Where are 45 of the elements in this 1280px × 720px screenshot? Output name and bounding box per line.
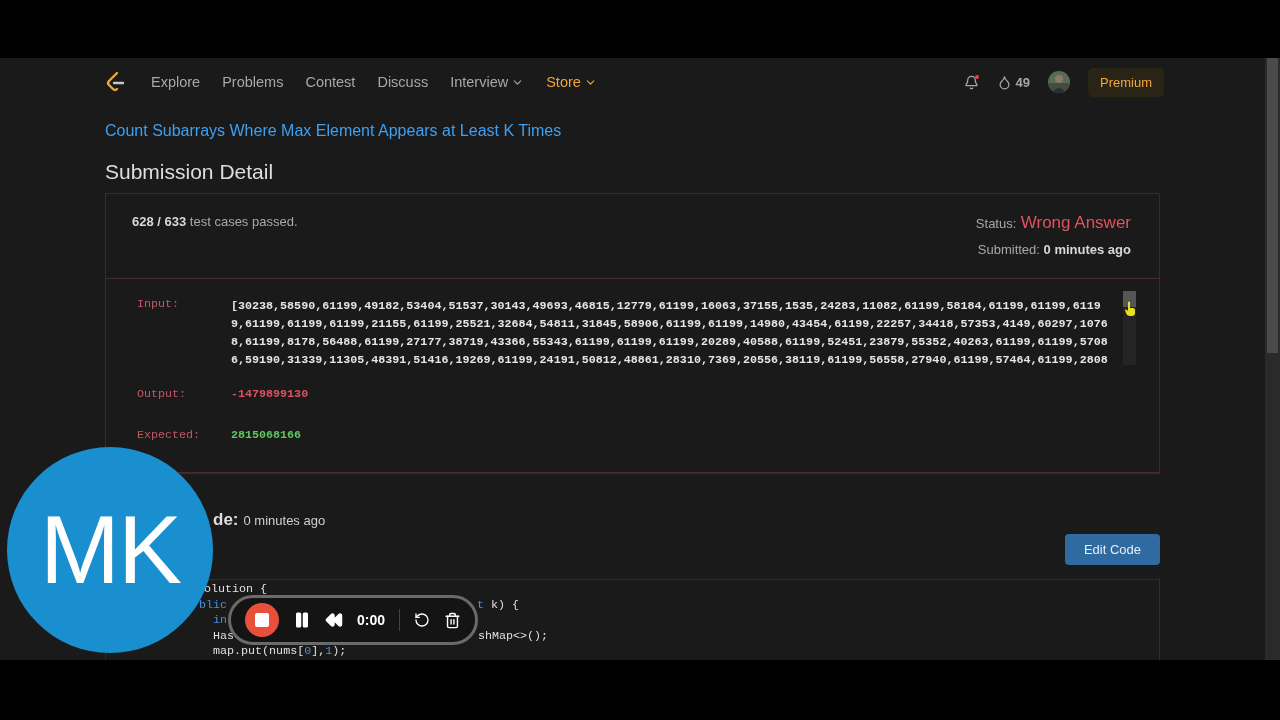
code-text: blic (199, 597, 228, 612)
nav-link[interactable]: Discuss (377, 74, 429, 90)
nav-link[interactable]: Interview (450, 74, 525, 90)
nav-link[interactable]: Store (546, 74, 597, 90)
nav-link[interactable]: Explore (151, 74, 201, 90)
stop-record-button[interactable] (245, 603, 279, 637)
status-label: Status: (975, 216, 1017, 231)
input-value-line: 6,59190,31339,11305,48391,51416,19269,61199,24191,50812,48861,28310,7369,20556,38119,61199,56558,27940,61199,57464,61199,2808 (231, 352, 1108, 369)
notification-bell-icon[interactable] (963, 74, 979, 90)
rewind-button[interactable] (325, 611, 343, 629)
code-heading: de: (213, 510, 239, 530)
input-value-line: 8,61199,8178,56488,61199,27177,38719,43366,55343,61199,61199,61199,20289,40588,61199,52451,23879,55352,40263,61199,61199,5708 (231, 334, 1108, 351)
logo-icon[interactable] (105, 71, 125, 93)
code-text: map.put(nums[0],1); (213, 644, 347, 658)
restart-button[interactable] (414, 612, 431, 628)
pause-button[interactable] (293, 611, 311, 629)
premium-button[interactable]: Premium (1088, 67, 1164, 97)
delete-button[interactable] (444, 611, 462, 629)
code-text: t k) { (477, 597, 520, 612)
expected-value: 2815068166 (231, 428, 303, 442)
code-text: olution { (204, 582, 268, 596)
test-cases-summary: 628 / 633 test cases passed. (132, 214, 298, 231)
page-heading: Submission Detail (105, 160, 275, 184)
input-label: Input: (137, 297, 181, 313)
input-value-line: [30238,58590,61199,49182,53404,51537,30143,49693,46815,12779,61199,16063,37155,1535,24283,11082,61199,58184,61199,61199,6119 (231, 298, 1101, 315)
submitted-time: Submitted: 0 minutes ago (977, 242, 1131, 257)
code-time: 0 minutes ago (243, 513, 326, 528)
problem-title-link[interactable]: Count Subarrays Where Max Element Appears at Least K Times (105, 122, 1160, 140)
recording-time: 0:00 (357, 612, 386, 628)
hand-cursor-icon (1124, 301, 1136, 317)
code-text: shMap<>(); (478, 628, 549, 643)
code-text: in (213, 613, 228, 627)
expected-label: Expected: (137, 428, 202, 442)
input-value-line: 9,61199,61199,61199,21155,61199,25521,32684,54811,31845,58906,61199,61199,14980,43454,61199,22257,34418,57353,4149,60297,1076 (231, 316, 1108, 333)
page-scrollbar[interactable] (1265, 58, 1280, 660)
edit-code-button[interactable]: Edit Code (1064, 534, 1160, 565)
scrollbar[interactable] (1123, 291, 1136, 365)
nav-link[interactable]: Contest (305, 74, 356, 90)
output-value: -1479899130 (231, 387, 310, 401)
avatar-initials: MK (40, 495, 180, 605)
output-label: Output: (137, 387, 188, 401)
status-value: Wrong Answer (1020, 213, 1131, 232)
code-text: Has (213, 628, 235, 643)
streak-count: 49 (1015, 74, 1030, 90)
nav-link[interactable]: Problems (222, 74, 284, 90)
